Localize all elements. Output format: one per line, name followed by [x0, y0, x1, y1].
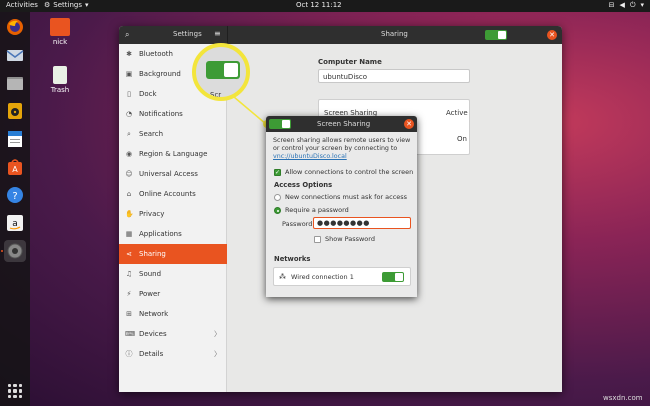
radio-label: Require a password	[285, 206, 349, 214]
vnc-address-link[interactable]: vnc://ubuntuDisco.local	[273, 153, 347, 160]
access-options-heading: Access Options	[274, 181, 333, 189]
description-text: Screen sharing allows remote users to vi…	[273, 137, 411, 152]
screen-sharing-toggle[interactable]	[269, 119, 291, 129]
show-password-checkbox[interactable]: Show Password	[314, 235, 375, 243]
callout-label: Scr	[210, 91, 222, 99]
password-label: Password:	[282, 220, 315, 228]
radio-checked-icon	[274, 206, 281, 214]
networks-heading: Networks	[274, 255, 311, 263]
network-name: Wired connection 1	[291, 273, 354, 281]
callout-magnifier: Scr	[192, 43, 250, 101]
checkbox-checked-icon: ✓	[274, 168, 281, 176]
close-icon[interactable]: ✕	[404, 119, 414, 129]
option-password-radio[interactable]: Require a password	[274, 206, 349, 214]
option-ask-radio[interactable]: New connections must ask for access	[274, 193, 407, 201]
network-toggle[interactable]	[382, 272, 404, 282]
radio-label: New connections must ask for access	[285, 193, 408, 201]
dialog-description: Screen sharing allows remote users to vi…	[273, 137, 413, 161]
wired-network-icon: ⁂	[279, 273, 286, 281]
password-field[interactable]: ●●●●●●●●	[313, 217, 411, 229]
dialog-header: Screen Sharing ✕	[266, 116, 417, 132]
network-row: ⁂ Wired connection 1	[273, 267, 411, 286]
watermark: wsxdn.com	[603, 394, 643, 402]
magnified-toggle	[206, 61, 240, 79]
dialog-title: Screen Sharing	[317, 120, 371, 128]
checkbox-label: Allow connections to control the screen	[285, 168, 414, 176]
radio-unchecked-icon	[274, 193, 281, 201]
screen-sharing-dialog: Screen Sharing ✕ Screen sharing allows r…	[266, 116, 417, 297]
checkbox-label: Show Password	[325, 235, 375, 243]
allow-control-checkbox[interactable]: ✓ Allow connections to control the scree…	[274, 168, 413, 176]
checkbox-unchecked-icon	[314, 235, 321, 243]
